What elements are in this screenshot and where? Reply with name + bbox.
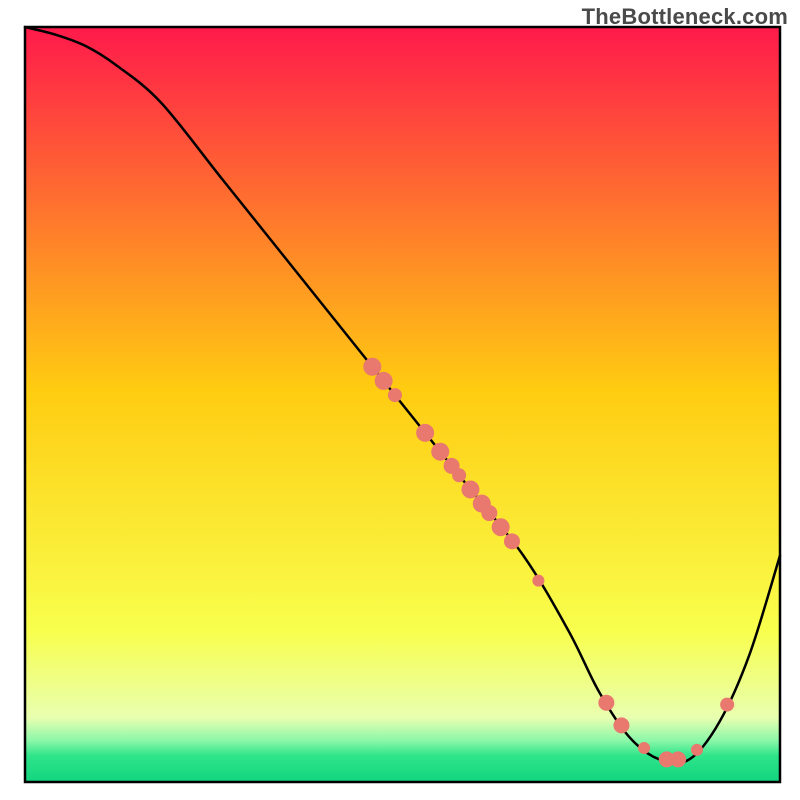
highlighted-point <box>598 695 614 711</box>
highlighted-point <box>363 358 381 376</box>
highlighted-point <box>481 505 497 521</box>
highlighted-point <box>492 518 510 536</box>
highlighted-point <box>691 744 703 756</box>
highlighted-point <box>452 468 466 482</box>
highlighted-point <box>504 533 520 549</box>
highlighted-point <box>416 424 434 442</box>
highlighted-point <box>613 717 629 733</box>
highlighted-point <box>670 751 686 767</box>
highlighted-point <box>431 443 449 461</box>
bottleneck-chart <box>0 0 800 800</box>
highlighted-point <box>375 372 393 390</box>
highlighted-point <box>532 575 544 587</box>
highlighted-point <box>638 742 650 754</box>
highlighted-point <box>720 698 734 712</box>
highlighted-point <box>461 480 479 498</box>
highlighted-point <box>388 388 402 402</box>
